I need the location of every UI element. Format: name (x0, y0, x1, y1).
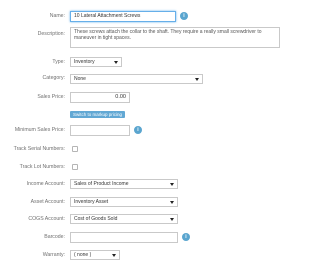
income-account-label: Income Account: (26, 181, 65, 187)
barcode-label: Barcode: (44, 234, 65, 240)
track-lot-numbers-label: Track Lot Numbers: (19, 164, 65, 170)
barcode-info-icon[interactable]: i (182, 233, 190, 241)
minimum-sales-price-input[interactable] (70, 125, 130, 136)
name-info-icon[interactable]: i (180, 12, 188, 20)
category-select[interactable]: None (70, 74, 203, 84)
name-input[interactable]: 10 Lateral Attachment Screws (70, 11, 176, 22)
minimum-sales-price-info-icon[interactable]: i (134, 126, 142, 134)
cogs-account-select[interactable]: Cost of Goods Sold (70, 214, 178, 224)
name-label: Name: (49, 13, 65, 19)
sales-price-label: Sales Price: (37, 94, 65, 100)
type-select[interactable]: Inventory (70, 57, 122, 67)
cogs-account-label: COGS Account: (28, 216, 65, 222)
category-label: Category: (42, 75, 66, 81)
asset-account-label: Asset Account: (30, 199, 65, 205)
description-textarea[interactable]: These screws attach the collar to the sh… (70, 27, 280, 48)
sales-price-input[interactable]: 0.00 (70, 92, 130, 103)
track-lot-numbers-checkbox[interactable] (72, 164, 78, 170)
warranty-select[interactable]: ( none ) (70, 250, 120, 260)
minimum-sales-price-label: Minimum Sales Price: (14, 127, 65, 133)
track-serial-numbers-checkbox[interactable] (72, 146, 78, 152)
switch-to-markup-pricing-button[interactable]: Switch to markup pricing (70, 111, 126, 118)
type-label: Type: (52, 59, 65, 65)
track-serial-numbers-label: Track Serial Numbers: (13, 146, 65, 152)
description-label: Description: (37, 31, 65, 37)
income-account-select[interactable]: Sales of Product Income (70, 179, 178, 189)
barcode-input[interactable] (70, 232, 178, 243)
warranty-label: Warranty: (42, 252, 65, 258)
asset-account-select[interactable]: Inventory Asset (70, 197, 178, 207)
